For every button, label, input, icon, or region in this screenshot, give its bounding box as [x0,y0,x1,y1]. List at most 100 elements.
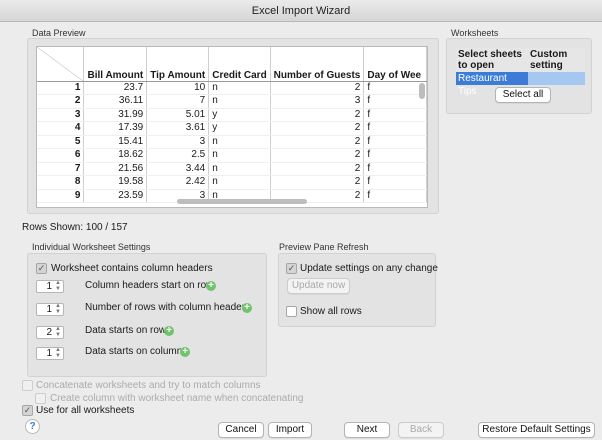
plus-icon[interactable]: + [242,303,252,313]
row-number: 7 [37,162,85,176]
table-cell: 2 [270,148,365,163]
worksheet-row[interactable]: Restaurant Tips [456,72,585,97]
table-cell: 3 [146,135,210,149]
show-all-rows-label: Show all rows [300,306,362,317]
table-row: 6 18.62 2.5 n 2 f [37,148,427,163]
individual-settings-label: Individual Worksheet Settings [32,242,151,252]
table-cell: n [208,81,271,95]
table-cell: 2 [270,81,365,95]
table-cell: 2 [270,108,365,122]
stepper-arrows-icon[interactable]: ▲ ▼ [54,347,62,359]
cancel-button[interactable]: Cancel [218,422,264,438]
table-cell: y [208,121,271,136]
row-number: 4 [37,121,85,136]
data-row-label: Data starts on row [85,325,167,336]
column-header[interactable]: Bill Amount [83,47,148,82]
data-col-stepper[interactable]: 1 ▲ ▼ [36,347,64,360]
select-all-button[interactable]: Select all [495,87,551,103]
restore-defaults-button[interactable]: Restore Default Settings [478,422,595,438]
column-header[interactable]: Tip Amount [146,47,210,82]
row-number: 6 [37,148,85,163]
column-header[interactable]: Day of Wee [363,47,427,82]
table-cell: 3 [270,94,365,109]
update-on-change-checkbox[interactable]: ✓ [286,263,297,274]
stepper-arrows-icon[interactable]: ▲ ▼ [54,280,62,292]
back-button[interactable]: Back [398,422,444,438]
table-row: 8 19.58 2.42 n 2 f [37,175,427,190]
header-rows-stepper[interactable]: 1 ▲ ▼ [36,303,64,316]
stepper-arrows-icon[interactable]: ▲ ▼ [54,303,62,315]
custom-setting-header: Custom setting [530,49,568,71]
table-cell: n [208,162,271,176]
plus-icon[interactable]: + [206,281,216,291]
show-all-rows-checkbox[interactable] [286,306,297,317]
vertical-scrollbar[interactable] [419,83,425,99]
header-start-label: Column headers start on row [85,280,214,291]
concatenate-checkbox[interactable] [22,380,33,391]
update-now-button[interactable]: Update now [287,278,350,294]
help-icon[interactable]: ? [25,419,40,434]
table-cell: f [363,94,427,109]
table-cell: n [208,175,271,190]
table-cell: 31.99 [83,108,148,122]
table-cell: 23.7 [83,81,148,95]
table-cell: 2.5 [146,148,210,163]
column-header[interactable]: Credit Card [208,47,271,82]
horizontal-scrollbar[interactable] [177,199,307,204]
data-col-label: Data starts on column [85,346,183,357]
update-on-change-label: Update settings on any change [300,263,438,274]
table-cell: 18.62 [83,148,148,163]
use-for-all-checkbox[interactable]: ✓ [22,405,33,416]
table-cell: 5.01 [146,108,210,122]
table-cell: 2 [270,135,365,149]
row-number: 8 [37,175,85,190]
window-title: Excel Import Wizard [0,0,602,22]
row-number: 1 [37,81,85,95]
worksheet-name[interactable]: Restaurant Tips [456,72,528,97]
grid-corner [37,47,85,82]
table-cell: 10 [146,81,210,95]
data-row-stepper[interactable]: 2 ▲ ▼ [36,326,64,339]
plus-icon[interactable]: + [180,347,190,357]
table-cell: n [208,135,271,149]
column-headers-checkbox[interactable]: ✓ [36,263,47,274]
table-cell: f [363,189,427,203]
data-row-value: 2 [46,327,52,338]
table-cell: 15.41 [83,135,148,149]
table-cell: 17.39 [83,121,148,136]
data-grid[interactable]: Bill Amount Tip Amount Credit Card Numbe… [36,46,428,208]
row-number: 5 [37,135,85,149]
table-cell: f [363,162,427,176]
table-cell: n [208,148,271,163]
table-cell: f [363,121,427,136]
header-rows-label: Number of rows with column headers [85,302,251,313]
data-table: Bill Amount Tip Amount Credit Card Numbe… [37,47,427,203]
table-row: 5 15.41 3 n 2 f [37,135,427,149]
table-row: 7 21.56 3.44 n 2 f [37,162,427,176]
import-button[interactable]: Import [268,422,312,438]
row-number: 2 [37,94,85,109]
plus-icon[interactable]: + [164,326,174,336]
table-cell: 23.59 [83,189,148,203]
table-row: 1 23.7 10 n 2 f [37,81,427,95]
header-start-value: 1 [46,281,52,292]
worksheets-label: Worksheets [451,28,499,38]
use-for-all-label: Use for all worksheets [36,405,135,416]
worksheet-custom-cell[interactable] [528,72,585,85]
next-button[interactable]: Next [344,422,390,438]
stepper-arrows-icon[interactable]: ▲ ▼ [54,326,62,338]
create-column-checkbox[interactable] [35,393,46,404]
table-cell: y [208,108,271,122]
worksheets-table: Select sheets to open Custom setting Res… [456,48,585,97]
concatenate-label: Concatenate worksheets and try to match … [36,380,261,391]
table-cell: 21.56 [83,162,148,176]
table-cell: f [363,148,427,163]
table-row: 4 17.39 3.61 y 2 f [37,121,427,136]
table-cell: f [363,108,427,122]
table-row: 2 36.11 7 n 3 f [37,94,427,109]
table-cell: n [208,94,271,109]
column-header[interactable]: Number of Guests [270,47,365,82]
table-cell: f [363,175,427,190]
table-cell: 2 [270,121,365,136]
header-start-stepper[interactable]: 1 ▲ ▼ [36,280,64,293]
